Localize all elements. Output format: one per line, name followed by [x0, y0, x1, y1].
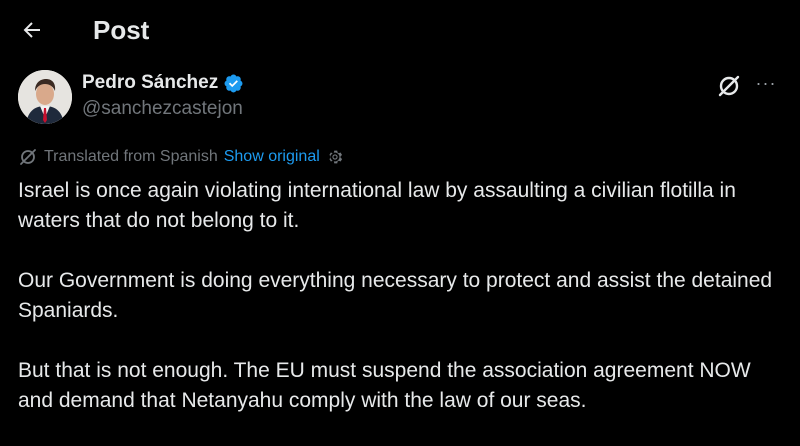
translated-label: Translated from Spanish	[44, 148, 218, 165]
show-original-link[interactable]: Show original	[224, 148, 320, 166]
tweet-paragraph: Israel is once again violating internati…	[18, 179, 736, 232]
author-name[interactable]: Pedro Sánchez	[82, 72, 218, 94]
tweet-paragraph: But that is not enough. The EU must susp…	[18, 359, 751, 412]
translate-icon	[20, 149, 36, 165]
verified-badge-icon	[223, 73, 244, 94]
tweet-paragraph: Our Government is doing everything neces…	[18, 269, 773, 322]
post-header: Post	[0, 0, 800, 60]
tweet-text: Israel is once again violating internati…	[18, 176, 788, 446]
arrow-left-icon	[23, 22, 40, 38]
more-options-button[interactable]: ···	[752, 72, 780, 94]
more-horizontal-icon: ···	[755, 72, 777, 93]
translation-notice: Translated from Spanish Show original	[18, 146, 344, 168]
gear-icon[interactable]	[326, 148, 344, 166]
avatar-photo	[18, 70, 72, 124]
page-title: Post	[93, 15, 150, 45]
avatar[interactable]	[18, 70, 72, 124]
grok-button[interactable]	[715, 72, 743, 100]
grok-icon	[718, 75, 740, 97]
back-button[interactable]	[14, 12, 50, 48]
author-handle[interactable]: @sanchezcastejon	[82, 98, 243, 120]
author-name-row: Pedro Sánchez	[82, 70, 244, 96]
